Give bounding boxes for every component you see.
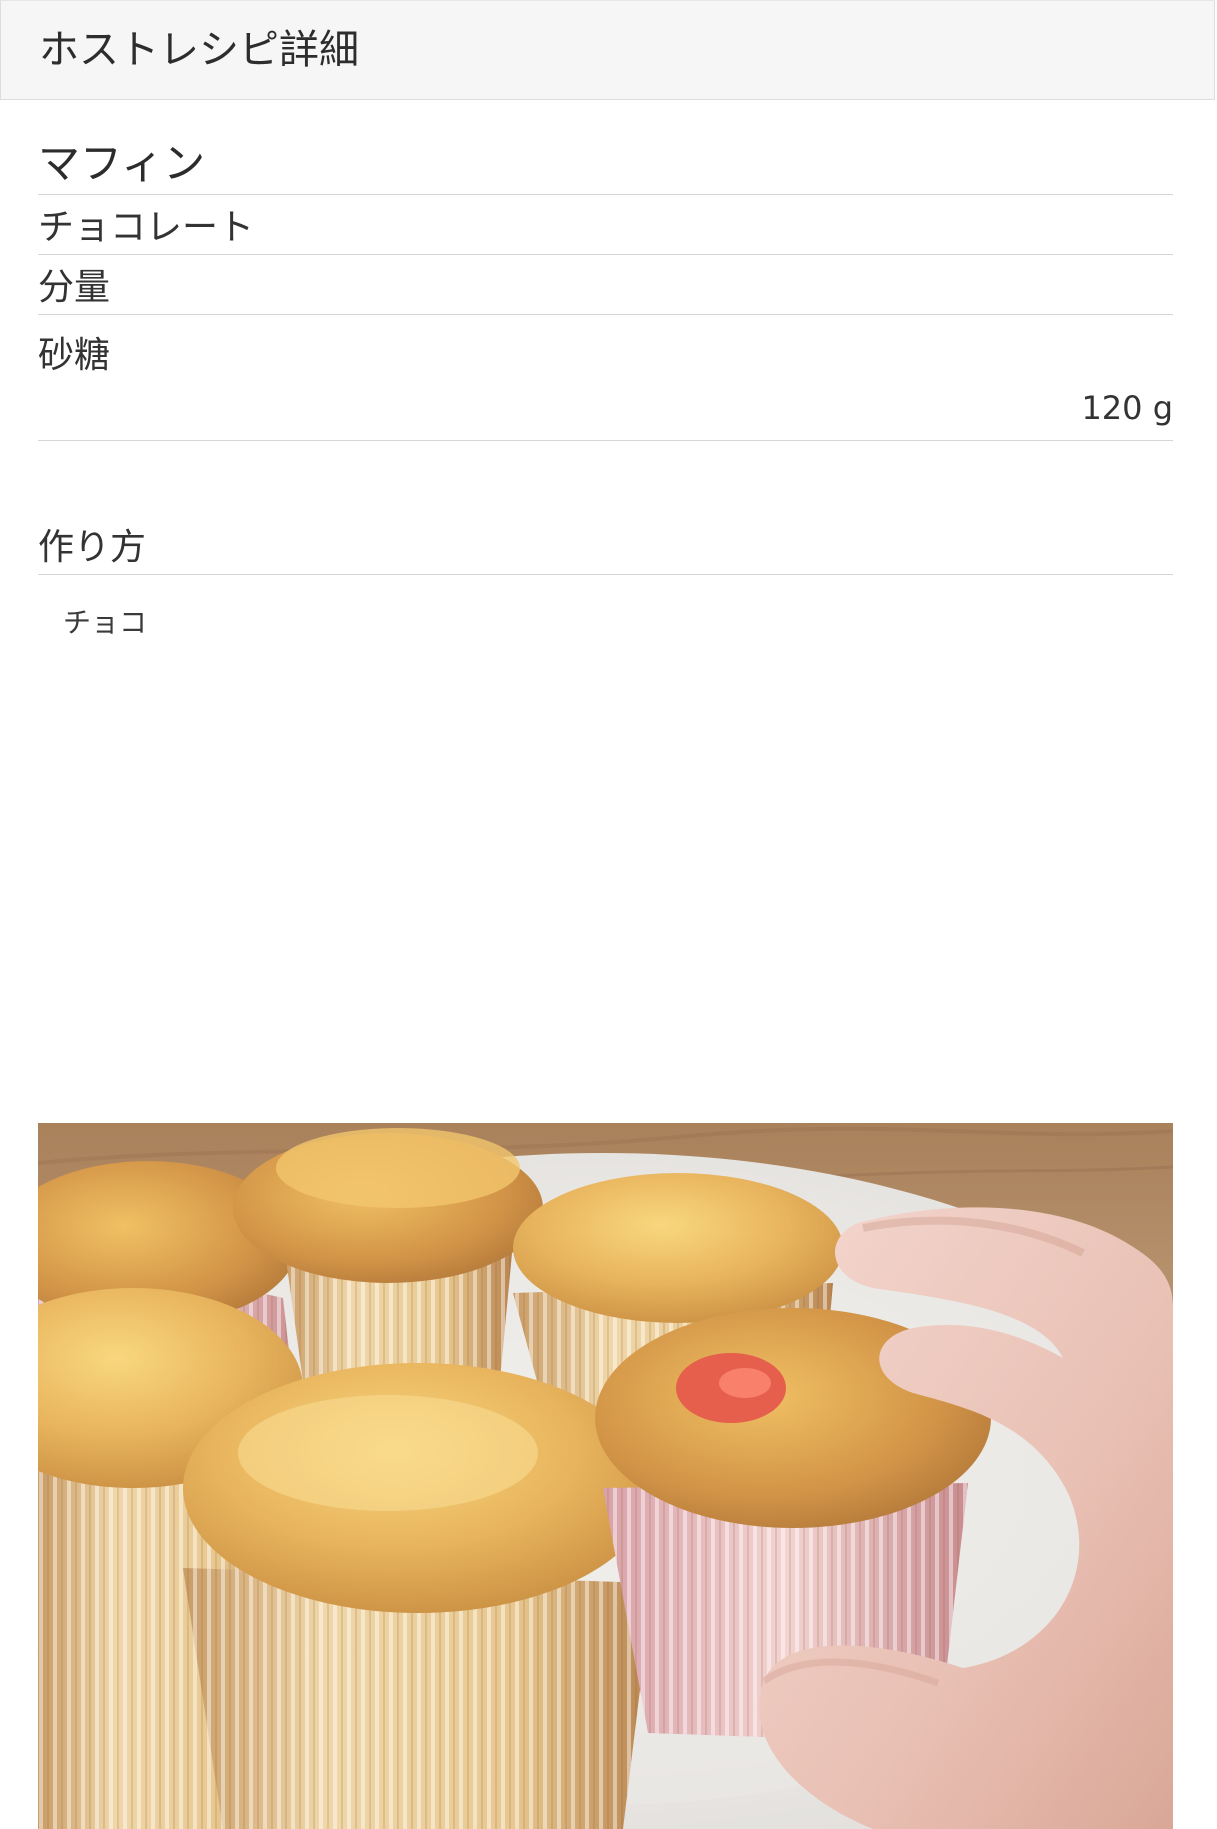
quantity-heading: 分量 bbox=[38, 267, 111, 308]
recipe-name: マフィン bbox=[38, 139, 206, 188]
recipe-name-row: マフィン bbox=[38, 100, 1173, 195]
quantity-heading-row: 分量 bbox=[38, 255, 1173, 315]
recipe-detail: マフィン チョコレート 分量 砂糖 120 g 作り方 チョコ bbox=[38, 100, 1173, 639]
ingredient-row: 砂糖 120 g bbox=[38, 315, 1173, 441]
recipe-category: チョコレート bbox=[38, 207, 255, 248]
page-title: ホストレシピ詳細 bbox=[39, 27, 359, 73]
method-heading-row: 作り方 bbox=[38, 525, 1173, 575]
muffin-illustration bbox=[38, 1123, 1173, 1829]
muffin-photo bbox=[38, 1123, 1173, 1829]
ingredient-amount: 120 g bbox=[1081, 389, 1173, 427]
method-heading: 作り方 bbox=[38, 527, 147, 568]
method-text: チョコ bbox=[63, 606, 148, 639]
app-header: ホストレシピ詳細 bbox=[0, 0, 1215, 100]
ingredient-name: 砂糖 bbox=[38, 335, 111, 376]
recipe-category-row: チョコレート bbox=[38, 195, 1173, 255]
